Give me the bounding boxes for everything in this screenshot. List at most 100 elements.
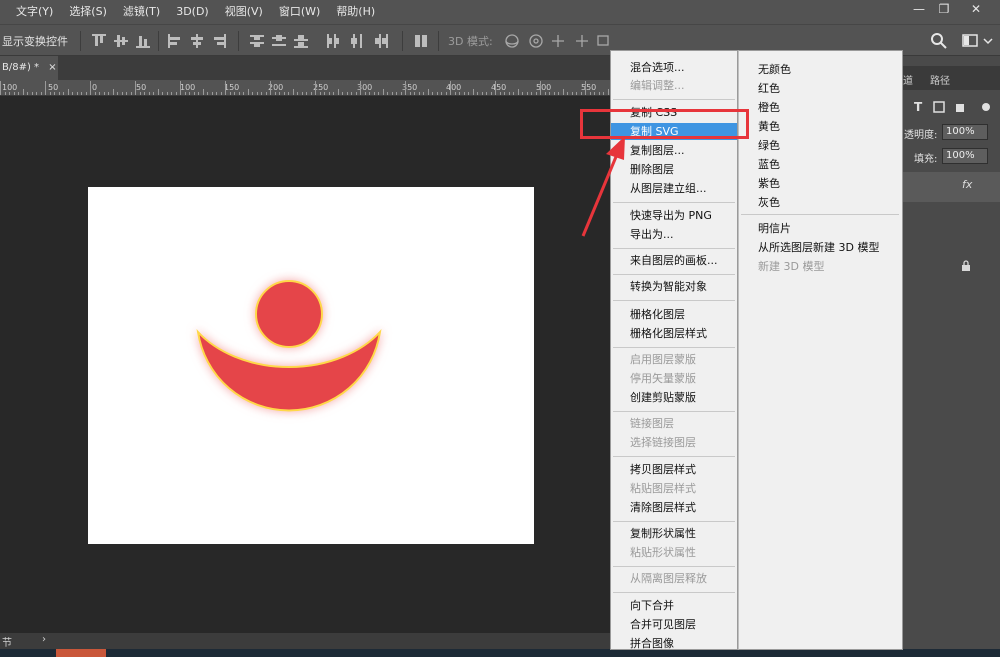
color-menu-item[interactable]: 明信片 (739, 220, 902, 237)
status-bar: 节 › (0, 633, 610, 649)
close-window-button[interactable]: ✕ (962, 0, 990, 20)
search-icon[interactable] (930, 32, 948, 50)
menu-item[interactable]: 导出为... (611, 226, 737, 243)
align-vertical-center-icon[interactable] (114, 34, 128, 48)
distribute-right-icon[interactable] (374, 34, 388, 48)
ruler-tick (184, 92, 186, 95)
color-menu-item[interactable]: 紫色 (739, 175, 902, 192)
ruler-tick (103, 92, 105, 95)
ruler-tick (157, 89, 159, 95)
menu-item[interactable]: 复制形状属性 (611, 525, 737, 542)
menu-text[interactable]: 文字(Y) (0, 0, 61, 24)
ruler-tick (256, 92, 258, 95)
menu-3d[interactable]: 3D(D) (168, 0, 217, 24)
distribute-vertical-center-icon[interactable] (272, 34, 286, 48)
horizontal-ruler[interactable]: 100 50 0 50 100 150 200 250 300 350 400 450 500 550 (0, 80, 610, 96)
document-tab[interactable]: B/8#) * × (0, 56, 58, 80)
auto-align-icon[interactable] (414, 34, 428, 48)
menu-separator (613, 566, 735, 567)
distribute-bottom-icon[interactable] (294, 34, 308, 48)
layer-context-menu: 混合选项... 编辑调整... 复制 CSS 复制 SVG 复制图层... 删除图层 从图层… (610, 50, 738, 650)
fx-icon[interactable]: fx (962, 178, 972, 191)
menu-item[interactable]: 删除图层 (611, 161, 737, 178)
color-menu-item[interactable]: 无颜色 (739, 61, 902, 78)
color-menu-item[interactable]: 红色 (739, 80, 902, 97)
menu-item[interactable]: 混合选项... (611, 59, 737, 76)
tab-channels-partial[interactable]: 道 (903, 72, 913, 87)
ruler-tick (72, 92, 73, 95)
taskbar-app-icon[interactable] (56, 649, 106, 657)
menu-item[interactable]: 向下合并 (611, 597, 737, 614)
menu-item[interactable]: 来自图层的画板... (611, 252, 737, 269)
ruler-tick (409, 92, 411, 95)
layer-filter-icons[interactable]: T (914, 100, 1000, 114)
document-canvas[interactable] (88, 187, 534, 544)
color-menu-item[interactable]: 灰色 (739, 194, 902, 211)
ruler-tick (265, 92, 267, 95)
menu-window[interactable]: 窗口(W) (271, 0, 328, 24)
menu-separator (613, 521, 735, 522)
selected-layer-row[interactable]: fx (900, 172, 1000, 202)
ruler-tick (76, 92, 78, 95)
tab-paths[interactable]: 路径 (930, 72, 950, 87)
ruler-tick (0, 81, 1, 95)
ruler-tick (432, 92, 433, 95)
menu-item[interactable]: 复制图层... (611, 142, 737, 159)
menu-item[interactable]: 快速导出为 PNG (611, 207, 737, 224)
align-right-icon[interactable] (212, 34, 226, 48)
tab-close-icon[interactable]: × (48, 62, 56, 73)
show-transform-controls-label[interactable]: 显示变换控件 (2, 33, 68, 49)
menu-filter[interactable]: 滤镜(T) (115, 0, 168, 24)
menu-item[interactable]: 拼合图像 (611, 635, 737, 652)
menu-item[interactable]: 栅格化图层 (611, 306, 737, 323)
distribute-left-icon[interactable] (326, 34, 340, 48)
ruler-label: 400 (446, 83, 462, 92)
3d-mode-icons (505, 34, 609, 48)
ruler-label: 50 (48, 83, 59, 92)
ruler-tick (175, 92, 177, 95)
opacity-field[interactable]: 100% (942, 124, 988, 140)
ruler-tick (117, 92, 118, 95)
align-horizontal-center-icon[interactable] (190, 34, 204, 48)
ruler-tick (99, 92, 100, 95)
menu-help[interactable]: 帮助(H) (328, 0, 383, 24)
menu-item: 从隔离图层释放 (630, 572, 707, 585)
divider (158, 31, 159, 51)
ruler-tick (378, 92, 379, 95)
menu-separator (613, 274, 735, 275)
menu-select[interactable]: 选择(S) (61, 0, 115, 24)
align-bottom-icon[interactable] (136, 34, 150, 48)
ruler-tick (18, 92, 19, 95)
ruler-tick (225, 81, 226, 95)
ruler-tick (270, 81, 271, 95)
fill-field[interactable]: 100% (942, 148, 988, 164)
color-menu-item[interactable]: 从所选图层新建 3D 模型 (739, 239, 902, 256)
menu-view[interactable]: 视图(V) (217, 0, 271, 24)
menu-item[interactable]: 创建剪贴蒙版 (611, 389, 737, 406)
distribute-horizontal-center-icon[interactable] (350, 34, 364, 48)
align-left-icon[interactable] (168, 34, 182, 48)
ruler-tick (13, 92, 15, 95)
menu-item[interactable]: 清除图层样式 (611, 499, 737, 516)
ruler-tick (139, 92, 141, 95)
lock-icon[interactable] (960, 260, 972, 272)
smart-object-filter-icon (956, 104, 964, 112)
menu-item[interactable]: 栅格化图层样式 (611, 325, 737, 342)
3d-mode-label: 3D 模式: (448, 35, 493, 48)
ruler-tick (315, 81, 316, 95)
ruler-tick (445, 92, 447, 95)
align-top-icon[interactable] (92, 34, 106, 48)
restore-button[interactable]: ❐ (930, 0, 958, 20)
color-menu-item[interactable]: 黄色 (739, 118, 902, 135)
minimize-button[interactable]: — (905, 0, 933, 20)
menu-item[interactable]: 合并可见图层 (611, 616, 737, 633)
workspace-switcher-icon[interactable] (962, 33, 996, 49)
color-menu-item[interactable]: 蓝色 (739, 156, 902, 173)
menu-item[interactable]: 拷贝图层样式 (611, 461, 737, 478)
color-menu-item[interactable]: 橙色 (739, 99, 902, 116)
menu-item[interactable]: 从图层建立组... (611, 180, 737, 197)
status-chevron-icon[interactable]: › (42, 634, 46, 645)
menu-item[interactable]: 转换为智能对象 (611, 278, 737, 295)
distribute-top-icon[interactable] (250, 34, 264, 48)
color-menu-item[interactable]: 绿色 (739, 137, 902, 154)
